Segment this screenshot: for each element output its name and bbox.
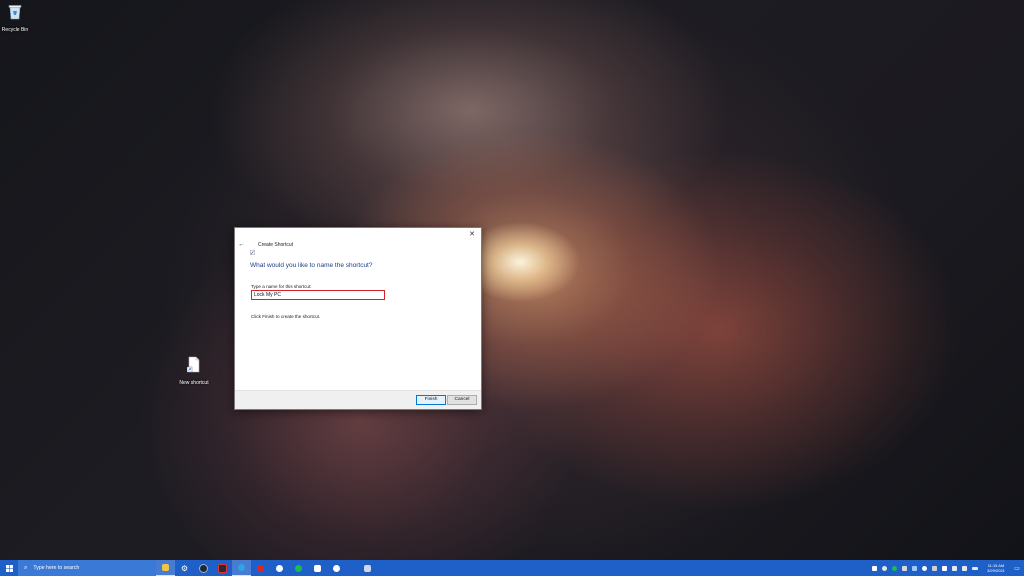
dialog-footer: Finish Cancel [235, 390, 481, 409]
tray-icon[interactable] [911, 565, 917, 571]
edge-icon [238, 564, 245, 571]
cancel-button[interactable]: Cancel [447, 395, 477, 405]
shortcut-file-icon [186, 356, 201, 378]
taskbar-search-box[interactable]: ⌕ Type here to search [18, 560, 156, 576]
network-icon[interactable] [951, 565, 957, 571]
search-icon: ⌕ [24, 564, 28, 571]
tray-icon[interactable] [941, 565, 947, 571]
desktop-icon-label: New shortcut [179, 380, 209, 386]
shortcut-name-label: Type a name for this shortcut: [251, 284, 312, 289]
taskbar-app-file-explorer[interactable] [156, 560, 175, 576]
app-icon [218, 563, 227, 573]
taskbar-app-edge[interactable] [232, 560, 251, 576]
steam-icon [199, 563, 208, 573]
clock-date: 3/29/2021 [987, 568, 1005, 573]
taskbar: ⌕ Type here to search ⚙ 11:15 AM 3/29/20… [0, 560, 1024, 576]
shortcut-name-input[interactable] [251, 290, 385, 300]
taskbar-app-xbox[interactable] [270, 560, 289, 576]
search-placeholder: Type here to search [33, 565, 80, 571]
system-tray: 11:15 AM 3/29/2021 ▭ [869, 560, 1024, 576]
tray-icon[interactable] [871, 565, 877, 571]
chat-bubble-icon [333, 564, 340, 572]
app-icon [364, 564, 371, 572]
volume-icon[interactable] [961, 565, 967, 571]
desktop-icon-label: Recycle Bin [1, 27, 29, 33]
tray-icon[interactable] [881, 565, 887, 571]
desktop-icon-recycle-bin[interactable]: Recycle Bin [0, 4, 37, 33]
folder-icon [162, 564, 169, 571]
tray-icon[interactable] [921, 565, 927, 571]
store-bag-icon [314, 564, 321, 572]
desktop-background: Recycle Bin New shortcut ✕ ← Create Shor… [0, 0, 1024, 560]
spotify-icon [295, 564, 302, 572]
taskbar-app-11[interactable] [358, 560, 377, 576]
taskbar-clock[interactable]: 11:15 AM 3/29/2021 [982, 563, 1010, 573]
desktop-icon-new-shortcut[interactable]: New shortcut [172, 356, 216, 386]
recycle-bin-icon [8, 4, 22, 25]
back-arrow-icon[interactable]: ← [238, 241, 245, 248]
taskbar-app-store[interactable] [308, 560, 327, 576]
taskbar-app-4[interactable] [213, 560, 232, 576]
gear-icon: ⚙ [180, 563, 189, 573]
start-button[interactable] [0, 560, 18, 576]
shortcut-wizard-icon [250, 242, 255, 255]
instruction-text: Click Finish to create the shortcut. [251, 314, 321, 319]
finish-button[interactable]: Finish [416, 395, 446, 405]
tray-icon[interactable] [931, 565, 937, 571]
taskbar-app-red[interactable] [251, 560, 270, 576]
taskbar-app-spotify[interactable] [289, 560, 308, 576]
tray-icon[interactable] [901, 565, 907, 571]
taskbar-app-settings[interactable]: ⚙ [175, 560, 194, 576]
dialog-heading: What would you like to name the shortcut… [250, 262, 373, 269]
notification-icon: ▭ [1014, 565, 1020, 572]
taskbar-app-messaging[interactable] [327, 560, 346, 576]
notification-center-button[interactable]: ▭ [1010, 560, 1024, 576]
tray-icon[interactable] [891, 565, 897, 571]
dialog-title: Create Shortcut [258, 242, 294, 248]
app-icon [257, 564, 264, 572]
xbox-icon [276, 564, 283, 572]
battery-icon[interactable] [971, 566, 978, 570]
windows-logo-icon [5, 559, 13, 577]
close-icon[interactable]: ✕ [467, 230, 477, 240]
create-shortcut-dialog: ✕ ← Create Shortcut What would you like … [234, 227, 482, 410]
taskbar-app-steam[interactable] [194, 560, 213, 576]
